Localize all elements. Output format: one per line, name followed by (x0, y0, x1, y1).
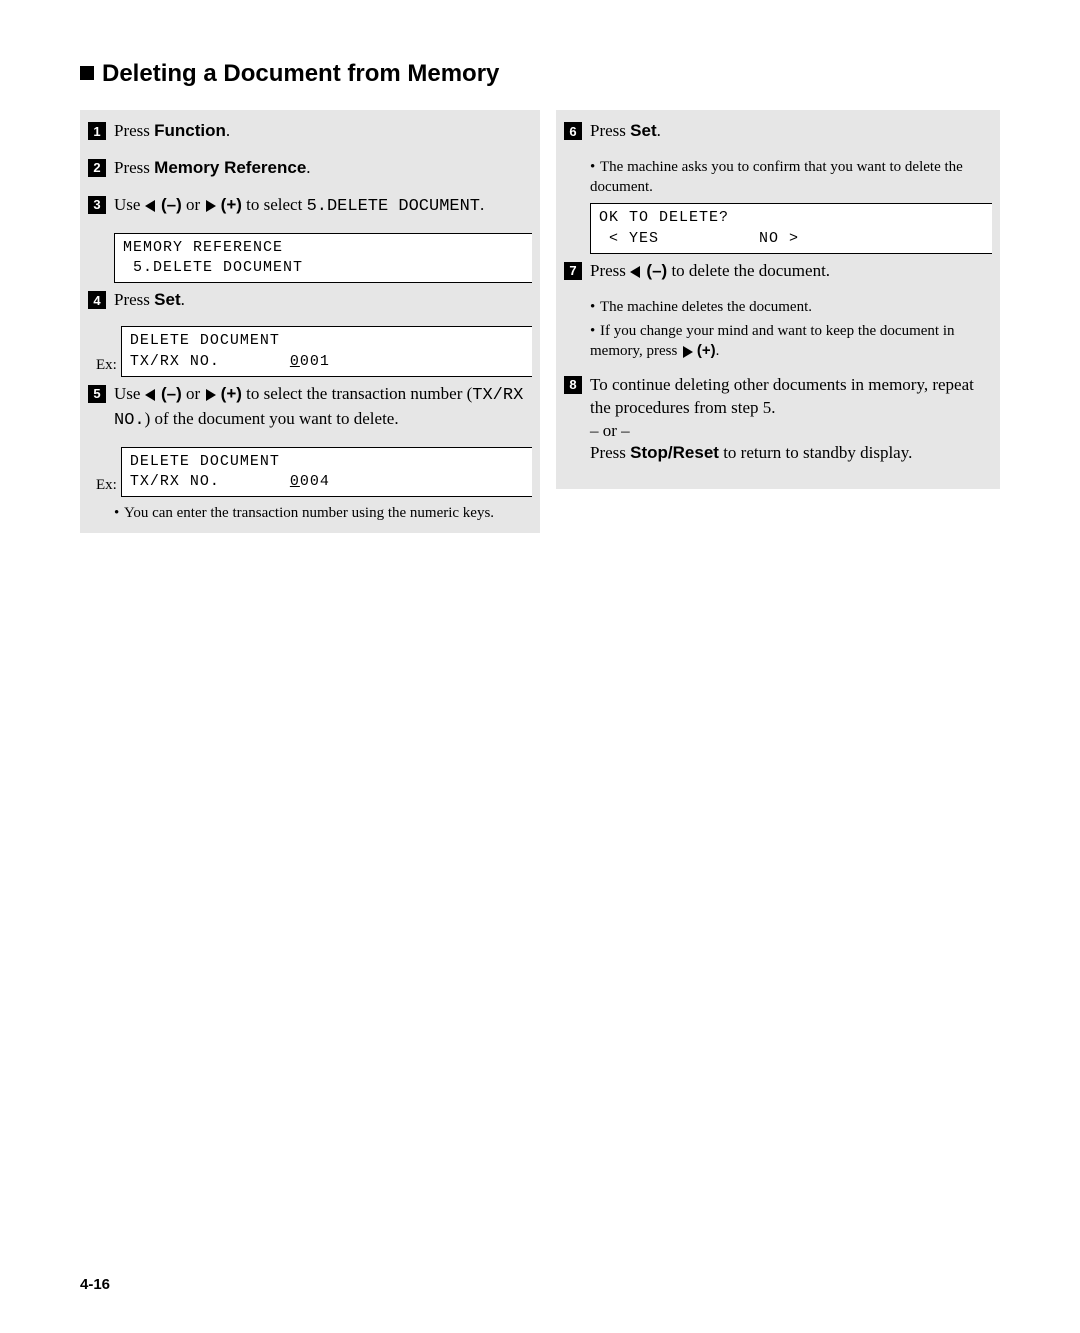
text: . (716, 343, 720, 359)
sub-bullet: •You can enter the transaction number us… (114, 503, 532, 523)
lcd-display: OK TO DELETE? < YES NO > (590, 203, 992, 254)
step-body: Press (–) to delete the document. (590, 260, 992, 283)
display-wrap: Ex: DELETE DOCUMENT TX/RX NO. 0004 (96, 447, 532, 498)
step-3: 3 Use (–) or (+) to select 5.DELETE DOCU… (88, 194, 532, 219)
text: ) of the document you want to delete. (145, 409, 399, 428)
button-label: Function (154, 121, 226, 140)
left-column: 1 Press Function. 2 Press Memory Referen… (80, 110, 540, 533)
step-number: 8 (564, 376, 582, 394)
bullet-text: The machine asks you to confirm that you… (590, 159, 963, 195)
text: Press (114, 121, 154, 140)
step-number: 2 (88, 159, 106, 177)
bullet-text: You can enter the transaction number usi… (124, 505, 494, 521)
lcd-line: TX/RX NO. 0001 (130, 353, 330, 370)
step-number: 7 (564, 262, 582, 280)
text: Press (114, 290, 154, 309)
button-label: Stop/Reset (630, 443, 719, 462)
cursor-digit: 0 (290, 353, 300, 370)
mono-text: 5.DELETE DOCUMENT (307, 197, 480, 216)
bullet-dot: • (590, 157, 600, 177)
step-number: 6 (564, 122, 582, 140)
text: to select the transaction number ( (242, 384, 472, 403)
step-body: Use (–) or (+) to select 5.DELETE DOCUME… (114, 194, 532, 219)
step-body: Press Memory Reference. (114, 157, 532, 180)
plus-label: (+) (697, 342, 716, 359)
or-text: – or – (590, 421, 630, 440)
bullet-dot: • (590, 297, 600, 317)
step-1: 1 Press Function. (88, 120, 532, 143)
text: . (181, 290, 185, 309)
text: Press (590, 443, 630, 462)
plus-label: (+) (221, 384, 242, 403)
text: to return to standby display. (719, 443, 912, 462)
triangle-right-icon (206, 200, 216, 212)
step-number: 1 (88, 122, 106, 140)
bullet-dot: • (590, 321, 600, 341)
text: Press (590, 261, 630, 280)
step-5: 5 Use (–) or (+) to select the transacti… (88, 383, 532, 433)
sub-bullet: •The machine asks you to confirm that yo… (590, 157, 992, 198)
plus-label: (+) (221, 195, 242, 214)
lcd-line: DELETE DOCUMENT (130, 332, 280, 349)
step-7: 7 Press (–) to delete the document. (564, 260, 992, 283)
button-label: Set (154, 290, 180, 309)
step-4: 4 Press Set. (88, 289, 532, 312)
text: to select (242, 195, 307, 214)
triangle-right-icon (206, 389, 216, 401)
sub-bullet: •The machine deletes the document. (590, 297, 992, 317)
example-label: Ex: (96, 357, 117, 374)
step-2: 2 Press Memory Reference. (88, 157, 532, 180)
triangle-left-icon (145, 200, 155, 212)
display-wrap: Ex: DELETE DOCUMENT TX/RX NO. 0001 (96, 326, 532, 377)
columns-container: 1 Press Function. 2 Press Memory Referen… (80, 110, 1000, 533)
minus-label: (–) (646, 261, 667, 280)
text: . (480, 195, 484, 214)
text: . (657, 121, 661, 140)
triangle-left-icon (630, 266, 640, 278)
text: Use (114, 195, 145, 214)
step-body: Press Set. (590, 120, 992, 143)
step-8: 8 To continue deleting other documents i… (564, 374, 992, 466)
bullet-text: If you change your mind and want to keep… (590, 323, 955, 359)
example-label: Ex: (96, 477, 117, 494)
step-number: 5 (88, 385, 106, 403)
text: To continue deleting other documents in … (590, 375, 974, 417)
lcd-display: DELETE DOCUMENT TX/RX NO. 0004 (121, 447, 532, 498)
triangle-right-icon (683, 346, 693, 358)
step-body: Use (–) or (+) to select the transaction… (114, 383, 532, 433)
step-number: 4 (88, 291, 106, 309)
lcd-line: DELETE DOCUMENT (130, 453, 280, 470)
sub-bullet: •If you change your mind and want to kee… (590, 321, 992, 362)
text: or (182, 384, 205, 403)
heading-text: Deleting a Document from Memory (102, 60, 499, 87)
page-number: 4-16 (80, 1276, 110, 1293)
right-column-bg: 6 Press Set. •The machine asks you to co… (556, 110, 1000, 489)
step-6: 6 Press Set. (564, 120, 992, 143)
text: Press (590, 121, 630, 140)
text: or (182, 195, 205, 214)
text: Use (114, 384, 145, 403)
lcd-display: DELETE DOCUMENT TX/RX NO. 0001 (121, 326, 532, 377)
step-body: To continue deleting other documents in … (590, 374, 992, 466)
step-number: 3 (88, 196, 106, 214)
heading-bullet (80, 66, 94, 80)
triangle-left-icon (145, 389, 155, 401)
text: . (306, 158, 310, 177)
lcd-display: MEMORY REFERENCE 5.DELETE DOCUMENT (114, 233, 532, 284)
right-column: 6 Press Set. •The machine asks you to co… (556, 110, 1000, 533)
cursor-digit: 0 (290, 473, 300, 490)
bullet-text: The machine deletes the document. (600, 299, 812, 315)
section-heading: Deleting a Document from Memory (80, 60, 1000, 88)
text: . (226, 121, 230, 140)
button-label: Set (630, 121, 656, 140)
bullet-dot: • (114, 503, 124, 523)
text: Press (114, 158, 154, 177)
step-body: Press Function. (114, 120, 532, 143)
button-label: Memory Reference (154, 158, 306, 177)
minus-label: (–) (161, 195, 182, 214)
step-body: Press Set. (114, 289, 532, 312)
text: to delete the document. (667, 261, 830, 280)
minus-label: (–) (161, 384, 182, 403)
lcd-line: TX/RX NO. 0004 (130, 473, 330, 490)
